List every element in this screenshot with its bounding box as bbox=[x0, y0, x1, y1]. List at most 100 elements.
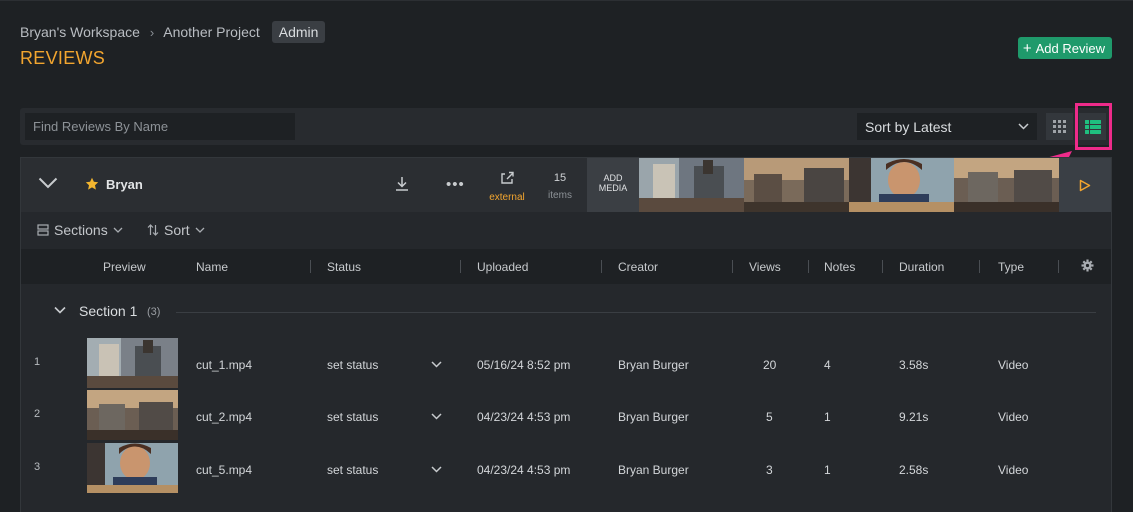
strip-thumbnail[interactable] bbox=[639, 158, 744, 212]
preview-thumbnail[interactable] bbox=[87, 443, 178, 493]
section-divider bbox=[176, 312, 1096, 313]
items-count-number: 15 bbox=[553, 172, 567, 184]
sort-icon bbox=[147, 224, 159, 236]
column-divider[interactable] bbox=[460, 260, 461, 273]
role-badge: Admin bbox=[271, 21, 326, 43]
collapse-chevron-icon[interactable] bbox=[38, 177, 58, 189]
play-icon bbox=[1079, 179, 1091, 191]
row-index: 2 bbox=[34, 408, 41, 420]
strip-thumbnail[interactable] bbox=[744, 158, 849, 212]
strip-thumbnail[interactable] bbox=[954, 158, 1059, 212]
row-type: Video bbox=[998, 463, 1029, 477]
row-status[interactable]: set status bbox=[327, 463, 378, 477]
section-row: Section 1 (3) bbox=[21, 284, 1111, 336]
sections-icon bbox=[37, 224, 49, 236]
media-preview-strip bbox=[639, 158, 1059, 212]
chevron-down-icon bbox=[113, 227, 123, 233]
grid-view-button[interactable] bbox=[1046, 113, 1073, 140]
row-views: 20 bbox=[763, 358, 777, 372]
review-group: Bryan ••• external 15 items ADD MEDIA Se… bbox=[20, 157, 1112, 512]
items-count-label: items bbox=[548, 190, 572, 201]
row-name[interactable]: cut_5.mp4 bbox=[196, 463, 252, 477]
sort-dropdown[interactable]: Sort bbox=[147, 222, 205, 238]
share-external-button[interactable]: external bbox=[487, 170, 527, 203]
preview-thumbnail[interactable] bbox=[87, 338, 178, 388]
sort-select-label: Sort by Latest bbox=[865, 118, 952, 135]
reviews-page: Bryan's Workspace › Another Project Admi… bbox=[0, 0, 1133, 512]
sort-select[interactable]: Sort by Latest bbox=[857, 113, 1037, 140]
more-options-icon[interactable]: ••• bbox=[446, 176, 465, 193]
row-status[interactable]: set status bbox=[327, 410, 378, 424]
search-input[interactable] bbox=[25, 113, 295, 140]
row-type: Video bbox=[998, 358, 1029, 372]
review-group-name[interactable]: Bryan bbox=[106, 177, 143, 192]
page-title: REVIEWS bbox=[20, 48, 106, 68]
table-header: Preview Name Status Uploaded Creator Vie… bbox=[21, 249, 1111, 284]
chevron-down-icon[interactable] bbox=[54, 306, 66, 314]
column-header-type[interactable]: Type bbox=[998, 260, 1024, 274]
column-header-notes[interactable]: Notes bbox=[824, 260, 855, 274]
row-index: 3 bbox=[34, 461, 41, 473]
add-media-button[interactable]: ADD MEDIA bbox=[587, 158, 639, 212]
column-divider[interactable] bbox=[1058, 260, 1059, 273]
column-divider[interactable] bbox=[979, 260, 980, 273]
table-row[interactable]: 2 cut_2.mp4 set status 04/23/24 4:53 pm … bbox=[21, 390, 1111, 442]
add-review-label: Add Review bbox=[1035, 40, 1105, 56]
add-review-button[interactable]: + Add Review bbox=[1017, 37, 1112, 59]
column-header-name[interactable]: Name bbox=[196, 260, 228, 274]
gear-icon[interactable] bbox=[1081, 259, 1094, 272]
row-status[interactable]: set status bbox=[327, 358, 378, 372]
row-notes: 1 bbox=[824, 410, 831, 424]
row-uploaded: 05/16/24 8:52 pm bbox=[477, 358, 571, 372]
row-duration: 9.21s bbox=[899, 410, 929, 424]
breadcrumb-project[interactable]: Another Project bbox=[163, 24, 260, 40]
chevron-down-icon[interactable] bbox=[431, 466, 442, 473]
row-duration: 2.58s bbox=[899, 463, 929, 477]
download-icon[interactable] bbox=[395, 176, 409, 191]
strip-thumbnail[interactable] bbox=[849, 158, 954, 212]
section-count: (3) bbox=[147, 306, 161, 318]
grid-view-icon bbox=[1053, 120, 1066, 133]
column-header-duration[interactable]: Duration bbox=[899, 260, 944, 274]
share-icon bbox=[500, 171, 514, 184]
row-name[interactable]: cut_1.mp4 bbox=[196, 358, 252, 372]
chevron-down-icon bbox=[1018, 123, 1029, 130]
sections-label: Sections bbox=[54, 222, 108, 238]
row-notes: 1 bbox=[824, 463, 831, 477]
play-all-button[interactable] bbox=[1059, 158, 1111, 212]
share-label: external bbox=[489, 192, 525, 203]
row-name[interactable]: cut_2.mp4 bbox=[196, 410, 252, 424]
sort-label: Sort bbox=[164, 222, 190, 238]
column-divider[interactable] bbox=[601, 260, 602, 273]
column-divider[interactable] bbox=[732, 260, 733, 273]
add-media-line2: MEDIA bbox=[598, 183, 628, 193]
add-media-line1: ADD bbox=[603, 173, 623, 183]
column-divider[interactable] bbox=[882, 260, 883, 273]
column-header-creator[interactable]: Creator bbox=[618, 260, 658, 274]
column-divider[interactable] bbox=[310, 260, 311, 273]
column-header-preview[interactable]: Preview bbox=[103, 260, 146, 274]
chevron-down-icon bbox=[195, 227, 205, 233]
column-header-views[interactable]: Views bbox=[749, 260, 781, 274]
review-group-header: Bryan ••• external 15 items ADD MEDIA bbox=[21, 158, 1111, 212]
table-row[interactable]: 3 cut_5.mp4 set status 04/23/24 4:53 pm … bbox=[21, 443, 1111, 495]
row-creator: Bryan Burger bbox=[618, 463, 689, 477]
items-count: 15 items bbox=[545, 172, 575, 201]
chevron-down-icon[interactable] bbox=[431, 413, 442, 420]
column-divider[interactable] bbox=[808, 260, 809, 273]
preview-thumbnail[interactable] bbox=[87, 390, 178, 440]
highlight-box bbox=[1075, 103, 1112, 150]
section-label[interactable]: Section 1 bbox=[79, 303, 137, 319]
sections-dropdown[interactable]: Sections bbox=[37, 222, 123, 238]
breadcrumb-workspace[interactable]: Bryan's Workspace bbox=[20, 24, 140, 40]
row-creator: Bryan Burger bbox=[618, 410, 689, 424]
row-uploaded: 04/23/24 4:53 pm bbox=[477, 463, 571, 477]
column-header-uploaded[interactable]: Uploaded bbox=[477, 260, 528, 274]
star-icon[interactable] bbox=[85, 177, 99, 191]
row-notes: 4 bbox=[824, 358, 831, 372]
chevron-down-icon[interactable] bbox=[431, 361, 442, 368]
table-row[interactable]: 1 cut_1.mp4 set status 05/16/24 8:52 pm … bbox=[21, 338, 1111, 390]
column-header-status[interactable]: Status bbox=[327, 260, 361, 274]
plus-icon: + bbox=[1022, 39, 1032, 57]
row-duration: 3.58s bbox=[899, 358, 929, 372]
